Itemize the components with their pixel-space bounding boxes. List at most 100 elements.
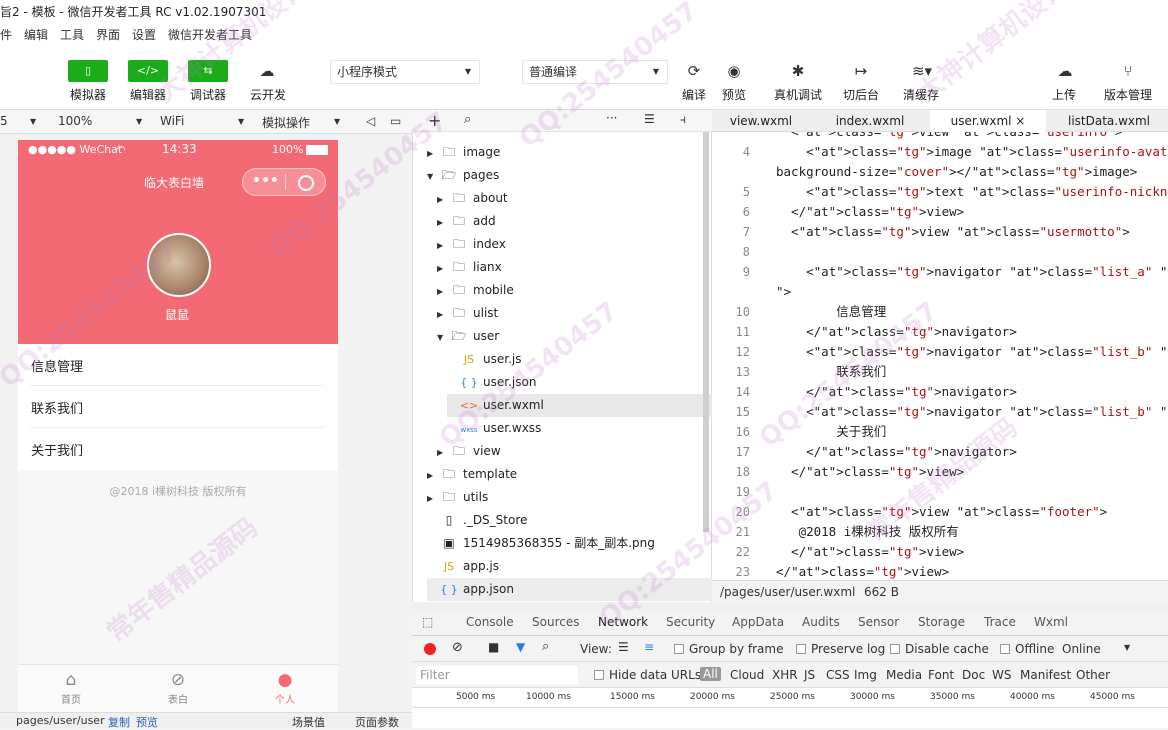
preserve-log-checkbox[interactable]: Preserve log [796, 642, 885, 656]
switch-background-icon[interactable]: ↦ [848, 62, 874, 82]
type-ws[interactable]: WS [992, 668, 1011, 682]
checkbox[interactable] [796, 644, 806, 654]
file-tree-item[interactable]: ▶ 🗀 image [427, 141, 715, 164]
tab-listdata-wxml[interactable]: listData.wxml [1050, 110, 1168, 132]
type-media[interactable]: Media [886, 668, 922, 682]
type-img[interactable]: Img [854, 668, 877, 682]
disable-cache-checkbox[interactable]: Disable cache [890, 642, 989, 656]
chevron-right-icon[interactable]: ▶ [427, 487, 439, 510]
add-icon[interactable]: + [428, 111, 441, 130]
explorer-scrollbar[interactable] [703, 132, 709, 532]
type-manifest[interactable]: Manifest [1020, 668, 1071, 682]
file-tree-item[interactable]: ▶ 🗀 view [437, 440, 725, 463]
menu-tools[interactable]: 工具 [60, 26, 84, 43]
capsule-button[interactable]: ••• [242, 168, 326, 196]
devtab-appdata[interactable]: AppData [732, 615, 784, 629]
mode-select[interactable]: 小程序模式 ▼ [330, 60, 480, 84]
code-editor[interactable]: 4 5 6 7 8 9 10 11 12 13 14 15 16 17 18 19 20 21 22 23 <"at"… [712, 132, 1168, 580]
tab-index-wxml[interactable]: index.wxml [810, 110, 930, 132]
file-tree-item[interactable]: ▶ 🗀 about [437, 187, 725, 210]
chevron-down-icon[interactable]: ▼ [136, 117, 142, 126]
ops-select[interactable]: 模拟操作 [262, 114, 310, 131]
menu-wechat-devtools[interactable]: 微信开发者工具 [168, 26, 252, 43]
chevron-right-icon[interactable]: ▶ [427, 142, 439, 165]
file-tree-item[interactable]: wxss user.wxss [447, 417, 735, 440]
chevron-right-icon[interactable]: ▶ [437, 257, 449, 280]
devtab-trace[interactable]: Trace [984, 615, 1016, 629]
volume-icon[interactable]: ◁ [366, 114, 375, 128]
list-view-icon[interactable]: ☰ [618, 640, 629, 654]
cloud-icon[interactable]: ☁ [254, 62, 280, 82]
type-cloud[interactable]: Cloud [730, 668, 764, 682]
editor-button[interactable]: </> [128, 60, 168, 82]
chevron-right-icon[interactable]: ▶ [427, 464, 439, 487]
chevron-down-icon[interactable]: ▼ [427, 165, 439, 188]
file-tree-item[interactable]: ▶ 🗀 add [437, 210, 725, 233]
close-circle-icon[interactable] [298, 175, 314, 191]
inspect-icon[interactable]: ⬚ [422, 615, 433, 629]
upload-cloud-icon[interactable]: ☁ [1052, 62, 1078, 82]
debugger-button[interactable]: ⇆ [188, 60, 228, 82]
filter-icon[interactable]: ▼ [516, 640, 525, 654]
type-doc[interactable]: Doc [962, 668, 985, 682]
filter-input[interactable]: Filter [416, 666, 578, 684]
network-select[interactable]: WiFi [160, 114, 184, 128]
close-icon[interactable]: × [1015, 114, 1025, 128]
file-tree-item[interactable]: { } user.json [447, 371, 735, 394]
chevron-right-icon[interactable]: ▶ [437, 234, 449, 257]
file-tree-item[interactable]: ▶ 🗀 index [437, 233, 725, 256]
window-icon[interactable]: ▭ [390, 114, 401, 128]
type-all[interactable]: All [700, 667, 721, 681]
devtab-sources[interactable]: Sources [532, 615, 579, 629]
menu-view[interactable]: 界面 [96, 26, 120, 43]
chevron-down-icon[interactable]: ▼ [1124, 643, 1130, 652]
file-tree-item[interactable]: ▼ 🗁 pages [427, 164, 715, 187]
devtab-network[interactable]: Network [598, 615, 648, 629]
menu-settings[interactable]: 设置 [132, 26, 156, 43]
tab-confess[interactable]: ⊘ 表白 [125, 665, 231, 713]
chevron-right-icon[interactable]: ▶ [437, 303, 449, 326]
file-tree-item[interactable]: ▼ 🗁 user [437, 325, 725, 348]
tab-view-wxml[interactable]: view.wxml [712, 110, 810, 132]
refresh-icon[interactable]: ⟳ [681, 62, 707, 82]
menu-item-about[interactable]: 关于我们 [18, 428, 338, 470]
devtab-sensor[interactable]: Sensor [858, 615, 899, 629]
file-tree-item[interactable]: ▯ ._DS_Store [427, 509, 715, 532]
file-tree-item[interactable]: ▶ 🗀 lianx [437, 256, 725, 279]
type-xhr[interactable]: XHR [772, 668, 798, 682]
more-icon[interactable]: ••• [252, 173, 279, 189]
chevron-right-icon[interactable]: ▶ [437, 211, 449, 234]
file-tree-item[interactable]: ▶ 🗀 ulist [437, 302, 725, 325]
panel-splitter[interactable] [412, 602, 1168, 610]
menu-file[interactable]: 件 [0, 26, 12, 43]
more-icon[interactable]: ··· [606, 111, 617, 125]
devtab-storage[interactable]: Storage [918, 615, 965, 629]
hide-data-urls-checkbox[interactable]: Hide data URLs [594, 668, 701, 682]
device-select[interactable]: 5 [0, 114, 8, 128]
branch-icon[interactable]: ⑂ [1115, 62, 1141, 82]
chevron-down-icon[interactable]: ▼ [30, 117, 36, 126]
collapse-icon[interactable]: ☰ [644, 112, 655, 126]
clear-icon[interactable]: ⊘ [452, 640, 463, 655]
menu-edit[interactable]: 编辑 [24, 26, 48, 43]
zoom-select[interactable]: 100% [58, 114, 92, 128]
file-tree-item[interactable]: ▶ 🗀 mobile [437, 279, 725, 302]
group-by-frame-checkbox[interactable]: Group by frame [674, 642, 783, 656]
toggle-panel-icon[interactable]: ⫞ [680, 112, 686, 127]
type-other[interactable]: Other [1076, 668, 1110, 682]
tab-user-wxml[interactable]: user.wxml × [930, 110, 1046, 132]
checkbox[interactable] [890, 644, 900, 654]
file-tree-item[interactable]: JS user.js [447, 348, 735, 371]
menu-item-contact[interactable]: 联系我们 [18, 386, 338, 428]
file-tree-item[interactable]: ▶ 🗀 template [427, 463, 715, 486]
devtab-security[interactable]: Security [666, 615, 715, 629]
chevron-right-icon[interactable]: ▶ [437, 441, 449, 464]
checkbox[interactable] [674, 644, 684, 654]
chevron-right-icon[interactable]: ▶ [437, 188, 449, 211]
waterfall-icon[interactable]: ≡ [644, 640, 654, 654]
bug-icon[interactable]: ✱ [785, 62, 811, 82]
layers-icon[interactable]: ≋▾ [904, 62, 940, 82]
tab-profile[interactable]: ● 个人 [232, 665, 338, 713]
type-css[interactable]: CSS [826, 668, 850, 682]
chevron-down-icon[interactable]: ▼ [437, 326, 449, 349]
